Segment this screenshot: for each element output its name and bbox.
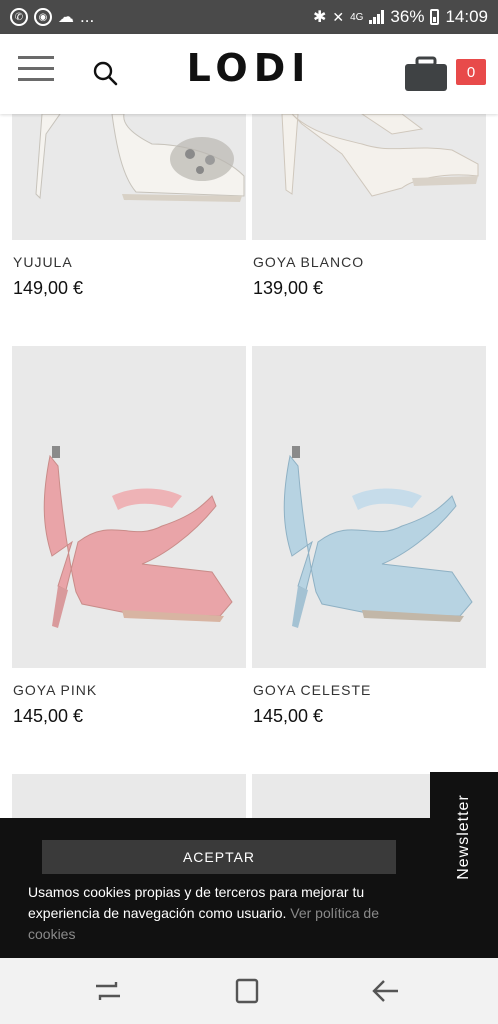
product-image: [12, 346, 246, 668]
briefcase-icon: [405, 56, 447, 91]
menu-icon[interactable]: [18, 56, 54, 82]
product-card[interactable]: GOYA CELESTE 145,00 €: [252, 346, 486, 726]
status-right-icons: ✱ ✕ 4G 36% 14:09: [313, 7, 488, 27]
shoe-illustration: [12, 346, 246, 668]
system-navigation-bar: [0, 958, 498, 1024]
notification-icon: ◉: [34, 8, 52, 26]
battery-percent: 36%: [390, 7, 425, 26]
shoe-illustration: [12, 114, 246, 240]
app-screen: ✆ ◉ ☁ ... ✱ ✕ 4G 36% 14:09 LODI 0 YUJULA…: [0, 0, 498, 1024]
status-bar: ✆ ◉ ☁ ... ✱ ✕ 4G 36% 14:09: [0, 0, 498, 34]
network-type: 4G: [350, 11, 364, 23]
signal-icon: [369, 10, 385, 24]
newsletter-tab[interactable]: Newsletter: [430, 772, 498, 902]
back-icon[interactable]: [370, 976, 402, 1006]
product-name[interactable]: YUJULA: [13, 254, 73, 270]
whatsapp-icon: ✆: [10, 8, 28, 26]
newsletter-label: Newsletter: [455, 794, 473, 880]
mute-icon: ✕: [332, 8, 345, 25]
status-left-icons: ✆ ◉ ☁ ...: [10, 7, 94, 27]
cookie-message: Usamos cookies propias y de terceros par…: [28, 882, 424, 945]
product-name[interactable]: GOYA CELESTE: [253, 682, 371, 698]
product-name[interactable]: GOYA BLANCO: [253, 254, 364, 270]
shoe-illustration: [252, 346, 486, 668]
home-icon[interactable]: [232, 976, 264, 1006]
clock: 14:09: [445, 7, 488, 26]
status-more: ...: [80, 7, 95, 26]
product-name[interactable]: GOYA PINK: [13, 682, 97, 698]
weather-icon: ☁: [58, 9, 74, 26]
product-price: 145,00 €: [13, 706, 84, 726]
site-header: LODI 0: [0, 34, 498, 114]
product-price: 149,00 €: [13, 278, 84, 298]
cart-button[interactable]: 0: [404, 54, 486, 94]
product-price: 145,00 €: [253, 706, 324, 726]
recent-apps-icon[interactable]: [92, 976, 124, 1006]
shoe-illustration: [252, 114, 486, 240]
product-card[interactable]: GOYA PINK 145,00 €: [12, 346, 246, 726]
accept-cookies-button[interactable]: ACEPTAR: [42, 840, 396, 874]
product-card[interactable]: YUJULA 149,00 €: [12, 114, 246, 298]
cart-count-badge: 0: [456, 59, 486, 85]
battery-icon: [430, 9, 440, 25]
product-image: [252, 114, 486, 240]
product-card[interactable]: GOYA BLANCO 139,00 €: [252, 114, 486, 298]
bluetooth-icon: ✱: [312, 9, 327, 26]
product-image: [252, 346, 486, 668]
search-icon[interactable]: [90, 58, 120, 88]
product-image: [12, 114, 246, 240]
product-price: 139,00 €: [253, 278, 324, 298]
cookie-banner: ACEPTAR Usamos cookies propias y de terc…: [0, 818, 498, 958]
